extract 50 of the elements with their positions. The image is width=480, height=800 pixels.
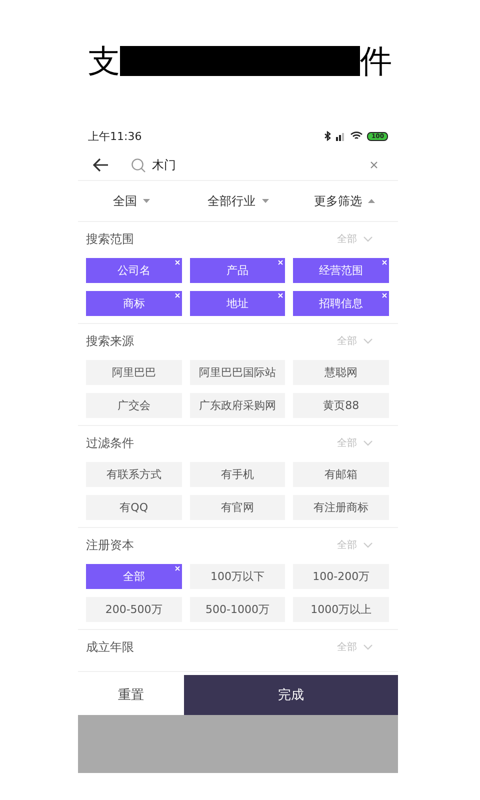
option-chip[interactable]: 阿里巴巴国际站 [190,360,286,385]
remove-icon[interactable] [278,260,284,265]
section-title: 过滤条件 [86,434,135,452]
option-chip[interactable]: 招聘信息 [293,291,389,316]
option-chip[interactable]: 500-1000万 [190,597,286,622]
clear-icon[interactable] [370,161,378,169]
option-chip[interactable]: 100万以下 [190,564,286,589]
option-chip[interactable]: 黄页88 [293,393,389,418]
search-field[interactable]: 木门 [152,156,370,174]
remove-icon[interactable] [174,260,180,265]
done-button[interactable]: 完成 [184,675,398,715]
option-chip[interactable]: 1000万以上 [293,597,389,622]
search-icon [131,158,146,172]
option-chip[interactable]: 100-200万 [293,564,389,589]
option-chip[interactable]: 公司名 [86,258,182,283]
filter-dropdown[interactable]: 全部行业 [184,181,292,221]
remove-icon[interactable] [174,293,180,298]
remove-icon[interactable] [382,260,387,265]
filter-dropdown[interactable]: 更多筛选 [291,181,398,221]
option-chip[interactable]: 有QQ [86,495,182,520]
option-chip[interactable]: 有官网 [190,495,286,520]
section-title: 搜索来源 [86,332,135,350]
option-chip[interactable]: 广交会 [86,393,182,418]
remove-icon[interactable] [278,293,284,298]
caption-text: 支 [88,45,120,77]
filter-dropdown[interactable]: 全国 [78,181,185,221]
status-time: 上午11:36 [88,128,142,144]
section-title: 成立年限 [86,638,135,656]
option-chip[interactable]: 阿里巴巴 [86,360,182,385]
option-chip[interactable]: 全部 [86,564,182,589]
back-arrow-icon[interactable] [93,158,109,172]
caption-text: 件 [360,45,392,77]
option-chip[interactable]: 商标 [86,291,182,316]
option-chip[interactable]: 慧聪网 [293,360,389,385]
option-chip[interactable]: 产品 [190,258,286,283]
section-title: 注册资本 [86,536,135,554]
option-chip[interactable]: 有注册商标 [293,495,389,520]
section-title: 搜索范围 [86,230,135,248]
option-chip[interactable]: 经营范围 [293,258,389,283]
remove-icon[interactable] [174,566,180,571]
option-chip[interactable]: 有邮箱 [293,462,389,487]
option-chip[interactable]: 200-500万 [86,597,182,622]
option-chip[interactable]: 有联系方式 [86,462,182,487]
option-chip[interactable]: 地址 [190,291,286,316]
bluetooth-icon [324,131,332,141]
option-chip[interactable]: 有手机 [190,462,286,487]
signal-icon [335,131,346,141]
wifi-icon [350,131,364,141]
option-chip[interactable]: 广东政府采购网 [190,393,286,418]
remove-icon[interactable] [382,293,387,298]
